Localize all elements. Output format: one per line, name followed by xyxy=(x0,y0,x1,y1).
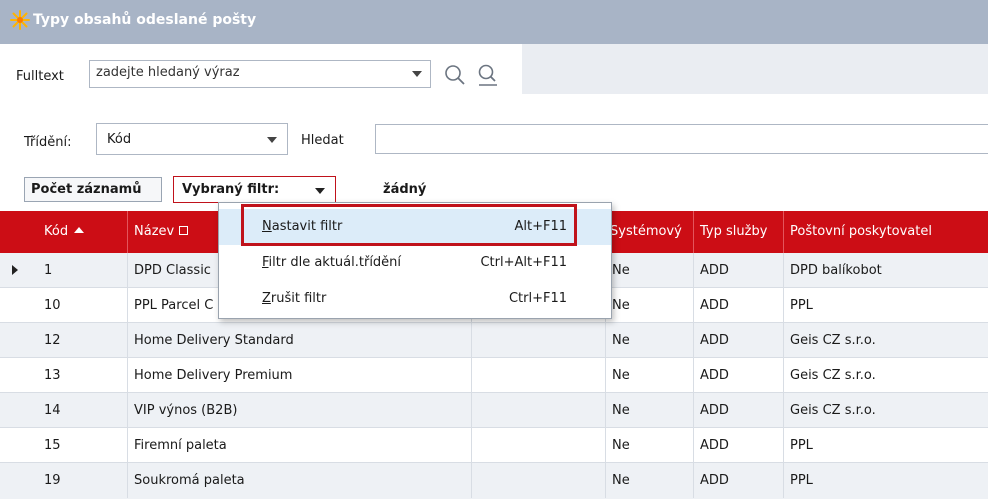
cell-poskytovatel: PPL xyxy=(790,298,813,313)
record-count-button[interactable]: Počet záznamů xyxy=(24,177,162,202)
cell-poskytovatel: Geis CZ s.r.o. xyxy=(790,333,876,348)
cell-kod: 13 xyxy=(38,358,128,393)
sort-ascending-icon xyxy=(74,227,85,233)
table-row[interactable]: 13 Home Delivery Premium Ne ADD Geis CZ … xyxy=(0,358,988,393)
cell-systemovy: Ne xyxy=(606,358,694,393)
window-title: Typy obsahů odeslané pošty xyxy=(33,12,257,28)
cell-poskytovatel: PPL xyxy=(790,473,813,488)
cell-typ-sluzby: ADD xyxy=(694,323,784,358)
menu-item-filter-by-sort[interactable]: Filtr dle aktuál.třídění Ctrl+Alt+F11 xyxy=(219,245,611,281)
chevron-down-icon[interactable] xyxy=(412,71,422,77)
cell-kod: 19 xyxy=(38,463,128,498)
sort-value: Kód xyxy=(107,132,132,147)
column-header-typ-sluzby[interactable]: Typ služby xyxy=(694,211,784,253)
fulltext-search-input[interactable]: zadejte hledaný výraz xyxy=(89,60,431,88)
filter-select[interactable]: Vybraný filtr: xyxy=(173,176,336,203)
column-header-systemovy[interactable]: Systémový xyxy=(606,211,694,253)
cell-systemovy: Ne xyxy=(606,428,694,463)
table-row[interactable]: 15 Firemní paleta Ne ADD PPL xyxy=(0,428,988,463)
cell-poskytovatel: Geis CZ s.r.o. xyxy=(790,368,876,383)
cell-kod: 14 xyxy=(38,393,128,428)
cell-nazev: Home Delivery Premium xyxy=(128,358,472,393)
cell-typ-sluzby: ADD xyxy=(694,463,784,498)
cell-kod: 1 xyxy=(38,253,128,288)
menu-item-shortcut: Ctrl+Alt+F11 xyxy=(480,255,567,270)
search-icon[interactable] xyxy=(443,63,467,87)
menu-item-clear-filter[interactable]: Zrušit filtr Ctrl+F11 xyxy=(219,281,611,317)
cell-nazev: Home Delivery Standard xyxy=(128,323,472,358)
cell-kod: 10 xyxy=(38,288,128,323)
cell-nazev: Firemní paleta xyxy=(128,428,472,463)
menu-item-shortcut: Ctrl+F11 xyxy=(508,291,567,306)
cell-blank xyxy=(472,428,606,463)
column-header-postovni-poskytovatel[interactable]: Poštovní poskytovatel xyxy=(784,211,988,253)
cell-kod: 12 xyxy=(38,323,128,358)
sort-label: Třídění: xyxy=(24,135,72,150)
menu-item-label: Zrušit filtr xyxy=(262,291,327,306)
fulltext-row-spacer xyxy=(522,44,988,94)
find-label: Hledat xyxy=(301,133,344,148)
window-titlebar: Typy obsahů odeslané pošty xyxy=(0,0,988,44)
sort-select[interactable]: Kód xyxy=(96,123,288,155)
current-row-icon xyxy=(12,265,18,275)
row-indicator-header xyxy=(0,211,38,253)
chevron-down-icon[interactable] xyxy=(267,137,277,143)
table-row[interactable]: 19 Soukromá paleta Ne ADD PPL xyxy=(0,463,988,499)
cell-nazev: Soukromá paleta xyxy=(128,463,472,498)
menu-item-focus-outline xyxy=(241,204,577,246)
cell-poskytovatel: DPD balíkobot xyxy=(790,263,882,278)
cell-systemovy: Ne xyxy=(606,463,694,498)
cell-blank xyxy=(472,463,606,498)
cell-systemovy: Ne xyxy=(606,253,694,288)
cell-typ-sluzby: ADD xyxy=(694,358,784,393)
clear-search-icon[interactable] xyxy=(476,63,500,87)
cell-blank xyxy=(472,358,606,393)
cell-typ-sluzby: ADD xyxy=(694,253,784,288)
fulltext-label: Fulltext xyxy=(16,69,64,84)
cell-systemovy: Ne xyxy=(606,288,694,323)
cell-poskytovatel: Geis CZ s.r.o. xyxy=(790,403,876,418)
filter-select-label: Vybraný filtr: xyxy=(182,182,280,197)
cell-blank xyxy=(472,393,606,428)
chevron-down-icon[interactable] xyxy=(315,188,325,194)
table-row[interactable]: 14 VIP výnos (B2B) Ne ADD Geis CZ s.r.o. xyxy=(0,393,988,428)
active-filter-value: žádný xyxy=(383,182,427,197)
cell-typ-sluzby: ADD xyxy=(694,428,784,463)
cell-blank xyxy=(472,323,606,358)
cell-kod: 15 xyxy=(38,428,128,463)
filter-square-icon xyxy=(179,226,189,235)
cell-systemovy: Ne xyxy=(606,393,694,428)
table-row[interactable]: 12 Home Delivery Standard Ne ADD Geis CZ… xyxy=(0,323,988,358)
column-header-kod[interactable]: Kód xyxy=(38,211,128,253)
cell-poskytovatel: PPL xyxy=(790,438,813,453)
find-input[interactable] xyxy=(375,124,988,154)
cell-typ-sluzby: ADD xyxy=(694,288,784,323)
snowflake-icon xyxy=(10,10,30,30)
menu-item-label: Filtr dle aktuál.třídění xyxy=(262,255,402,270)
cell-systemovy: Ne xyxy=(606,323,694,358)
cell-nazev: VIP výnos (B2B) xyxy=(128,393,472,428)
fulltext-placeholder: zadejte hledaný výraz xyxy=(96,65,240,80)
cell-typ-sluzby: ADD xyxy=(694,393,784,428)
